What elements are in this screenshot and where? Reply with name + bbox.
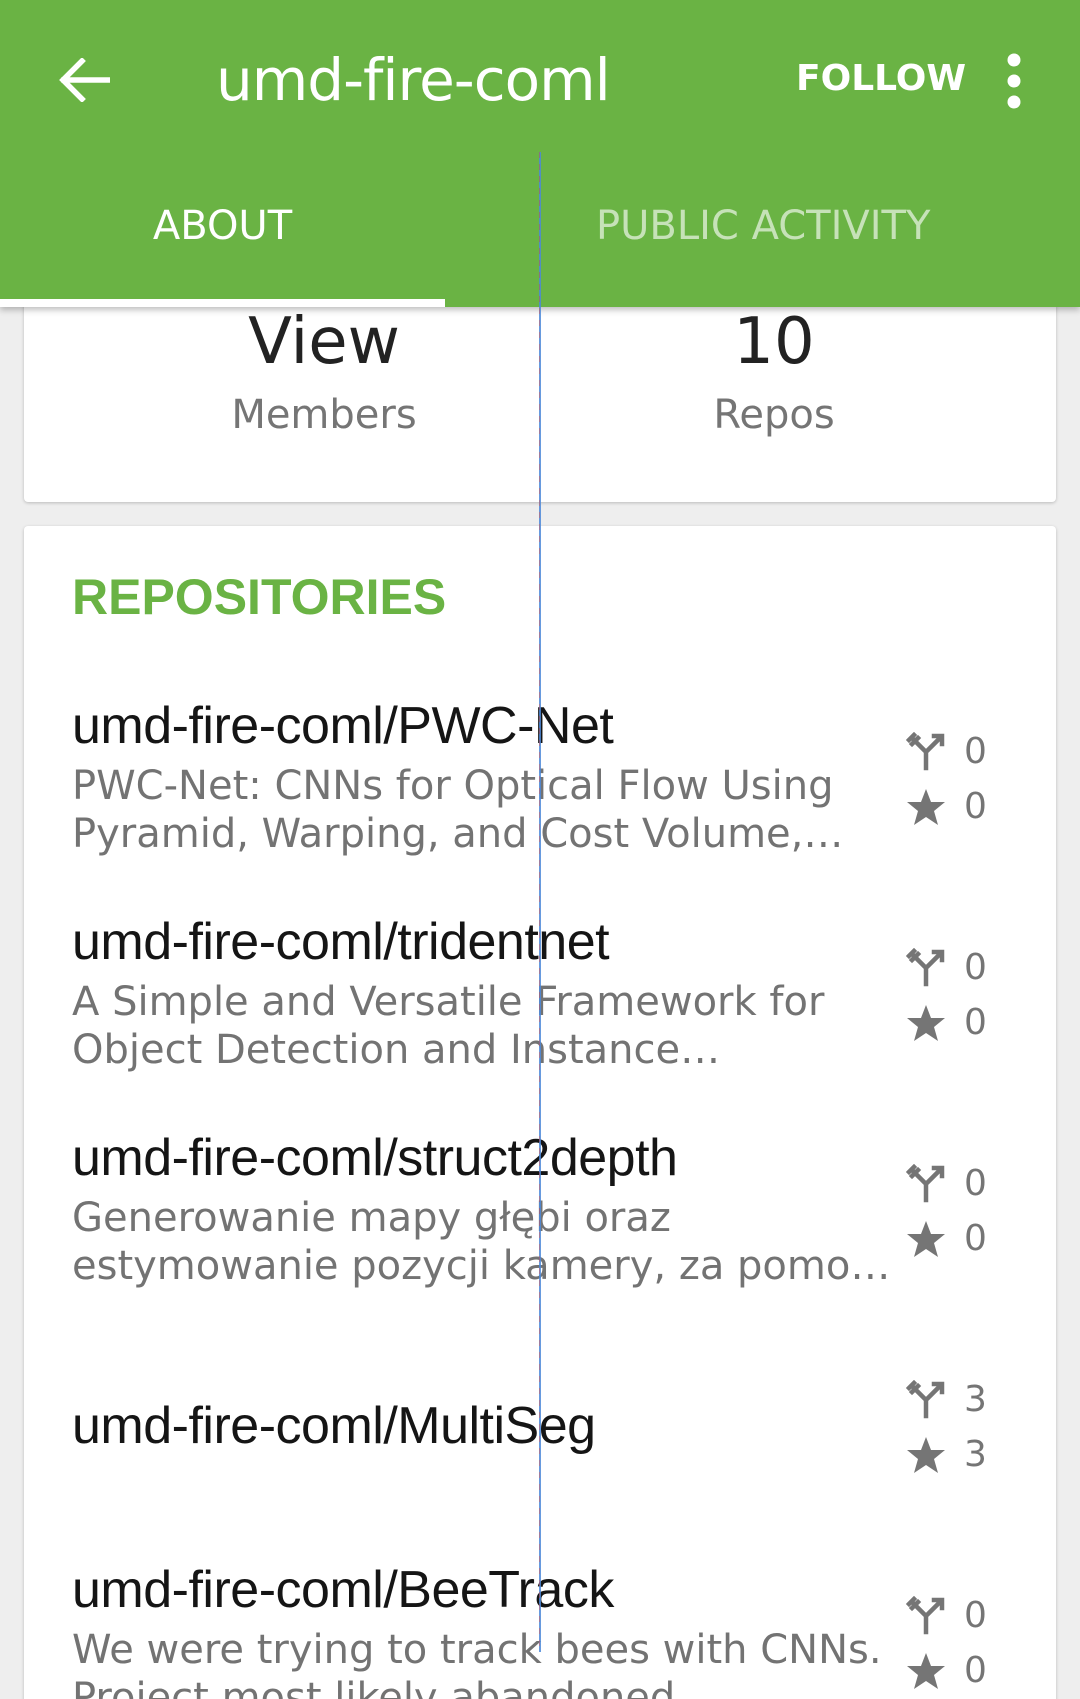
fork-icon: [906, 947, 945, 986]
members-label: Members: [231, 392, 417, 438]
fork-count: 0: [906, 1588, 996, 1643]
repo-stats: 0 0: [906, 940, 996, 1050]
star-count: 0: [906, 779, 996, 834]
overflow-menu-button[interactable]: [996, 52, 1032, 110]
star-count: 0: [906, 1643, 996, 1698]
page-title: umd-fire-coml: [216, 46, 611, 114]
star-icon: [907, 1004, 945, 1041]
section-title: REPOSITORIES: [72, 569, 447, 625]
repo-name: umd-fire-coml/PWC-Net: [72, 697, 614, 755]
fork-icon: [906, 731, 945, 770]
toolbar: umd-fire-coml FOLLOW: [0, 0, 1080, 160]
tab-about[interactable]: ABOUT: [0, 160, 445, 307]
repo-stats: 0 0: [906, 1156, 996, 1266]
repo-description: We were trying to track bees with CNNs. …: [72, 1627, 882, 1699]
star-icon: [907, 1652, 945, 1689]
tab-public-activity[interactable]: PUBLIC ACTIVITY: [540, 160, 1080, 307]
fork-count: 0: [906, 940, 996, 995]
repo-stats: 0 0: [906, 724, 996, 834]
repo-name: umd-fire-coml/MultiSeg: [72, 1397, 596, 1455]
repo-description: A Simple and Versatile Framework for Obj…: [72, 979, 825, 1073]
repos-stat[interactable]: 10 Repos: [574, 310, 974, 438]
members-stat[interactable]: View Members: [124, 310, 524, 438]
layout-guide-line: [539, 152, 541, 1652]
repos-label: Repos: [713, 392, 835, 438]
star-count: 0: [906, 995, 996, 1050]
repos-count: 10: [733, 305, 815, 379]
repo-stats: 3 3: [906, 1372, 996, 1482]
more-vert-icon: [1007, 53, 1021, 109]
repo-stats: 0 0: [906, 1588, 996, 1698]
fork-icon: [906, 1595, 945, 1634]
repo-item[interactable]: umd-fire-coml/tridentnet A Simple and Ve…: [72, 912, 1032, 1074]
follow-button[interactable]: FOLLOW: [796, 58, 966, 99]
repo-item[interactable]: umd-fire-coml/PWC-Net PWC-Net: CNNs for …: [72, 696, 1032, 858]
star-count: 0: [906, 1211, 996, 1266]
tab-indicator: [0, 299, 445, 307]
fork-icon: [906, 1379, 945, 1418]
repo-item[interactable]: umd-fire-coml/BeeTrack We were trying to…: [72, 1560, 1032, 1699]
repo-description: PWC-Net: CNNs for Optical Flow Using Pyr…: [72, 763, 834, 857]
fork-icon: [906, 1163, 945, 1202]
repo-description: Generowanie mapy głębi oraz estymowanie …: [72, 1195, 897, 1289]
repo-name: umd-fire-coml/tridentnet: [72, 913, 610, 971]
star-icon: [907, 788, 945, 825]
repo-name: umd-fire-coml/BeeTrack: [72, 1561, 614, 1619]
star-count: 3: [906, 1427, 996, 1482]
fork-count: 0: [906, 1156, 996, 1211]
fork-count: 0: [906, 724, 996, 779]
star-icon: [907, 1220, 945, 1257]
repo-item[interactable]: umd-fire-coml/struct2depth Generowanie m…: [72, 1128, 1032, 1290]
back-button[interactable]: [52, 44, 116, 116]
members-value: View: [248, 305, 400, 379]
repo-name: umd-fire-coml/struct2depth: [72, 1129, 678, 1187]
arrow-back-icon: [59, 58, 110, 102]
star-icon: [907, 1436, 945, 1473]
repo-item[interactable]: umd-fire-coml/MultiSeg: [72, 1396, 1032, 1456]
fork-count: 3: [906, 1372, 996, 1427]
